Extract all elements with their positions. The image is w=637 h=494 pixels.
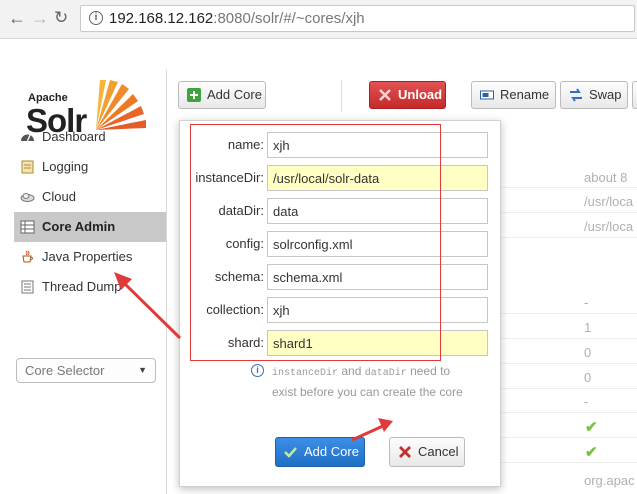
- rename-label: Rename: [500, 87, 550, 102]
- hint-text: instanceDir and dataDir need to exist be…: [272, 364, 463, 399]
- sidebar-item-core-admin[interactable]: Core Admin: [14, 212, 166, 242]
- address-bar[interactable]: i 192.168.12.162:8080/solr/#/~cores/xjh: [80, 5, 635, 32]
- row-divider: [498, 412, 637, 413]
- url-text: 192.168.12.162:8080/solr/#/~cores/xjh: [109, 10, 365, 27]
- rename-button[interactable]: Rename: [471, 81, 556, 109]
- cancel-button[interactable]: Cancel: [389, 437, 465, 467]
- cloud-icon: [20, 193, 35, 202]
- bg-value: 0: [584, 345, 592, 360]
- bg-value: /usr/loca: [584, 194, 634, 209]
- site-info-icon[interactable]: i: [89, 11, 103, 25]
- bg-value: -: [584, 295, 589, 310]
- row-divider: [498, 437, 637, 438]
- sidebar-menu: Dashboard Logging Cloud Core Admin Java …: [14, 122, 166, 302]
- submit-add-core-button[interactable]: Add Core: [275, 437, 365, 467]
- toolbar-divider: [341, 80, 342, 112]
- rename-icon: [480, 90, 494, 100]
- bg-value: -: [584, 394, 589, 409]
- sidebar-divider: [166, 70, 167, 494]
- reload-icon[interactable]: ↻: [54, 9, 68, 27]
- row-divider: [498, 187, 637, 188]
- plus-icon: [187, 88, 201, 102]
- browser-toolbar: ← → ↻ i 192.168.12.162:8080/solr/#/~core…: [0, 0, 637, 39]
- row-divider: [498, 237, 637, 238]
- add-core-label: Add Core: [207, 87, 262, 102]
- check-icon: ✔: [585, 444, 598, 461]
- row-divider: [498, 338, 637, 339]
- sidebar-item-label: Dashboard: [42, 129, 106, 144]
- unload-button[interactable]: Unload: [369, 81, 446, 109]
- swap-button[interactable]: Swap: [560, 81, 628, 109]
- bg-value: 0: [584, 370, 592, 385]
- chevron-down-icon: ▼: [138, 365, 147, 375]
- java-icon: [22, 250, 33, 263]
- bg-value: /usr/loca: [584, 219, 634, 234]
- annotation-highlight-box: [190, 124, 441, 361]
- core-admin-icon: [20, 220, 35, 234]
- bg-value: 1: [584, 320, 592, 335]
- submit-label: Add Core: [304, 444, 359, 459]
- row-divider: [498, 212, 637, 213]
- bg-value: about 8: [584, 170, 628, 185]
- bg-value: org.apac: [584, 473, 635, 488]
- sidebar-item-label: Logging: [42, 159, 89, 174]
- check-icon: ✔: [585, 419, 598, 436]
- unload-label: Unload: [398, 87, 443, 102]
- sidebar-item-label: Java Properties: [42, 249, 133, 264]
- sidebar-item-label: Core Admin: [42, 219, 116, 234]
- checkmark-icon: [284, 447, 297, 458]
- back-arrow-icon[interactable]: ←: [8, 9, 26, 27]
- row-divider: [498, 313, 637, 314]
- thread-dump-icon: [21, 280, 34, 294]
- more-button[interactable]: [632, 81, 637, 109]
- info-icon: i: [251, 364, 264, 377]
- sidebar-item-label: Cloud: [42, 189, 76, 204]
- close-icon: [379, 89, 391, 101]
- sidebar-item-logging[interactable]: Logging: [14, 152, 166, 182]
- logging-icon: [21, 160, 34, 174]
- core-selector-label: Core Selector: [25, 363, 105, 378]
- cancel-label: Cancel: [418, 444, 459, 459]
- row-divider: [498, 462, 637, 463]
- add-core-button[interactable]: Add Core: [178, 81, 266, 109]
- sidebar-item-java-properties[interactable]: Java Properties: [14, 242, 166, 272]
- dashboard-icon: [21, 134, 34, 142]
- sidebar-item-cloud[interactable]: Cloud: [14, 182, 166, 212]
- core-selector-dropdown[interactable]: Core Selector ▼: [16, 358, 156, 383]
- swap-icon: [570, 88, 582, 102]
- row-divider: [498, 363, 637, 364]
- swap-label: Swap: [589, 87, 622, 102]
- close-icon: [399, 446, 411, 458]
- sidebar-item-dashboard[interactable]: Dashboard: [14, 122, 166, 152]
- row-divider: [498, 388, 637, 389]
- sidebar-item-label: Thread Dump: [42, 279, 122, 294]
- forward-arrow-icon[interactable]: →: [31, 9, 49, 27]
- sidebar-item-thread-dump[interactable]: Thread Dump: [14, 272, 166, 302]
